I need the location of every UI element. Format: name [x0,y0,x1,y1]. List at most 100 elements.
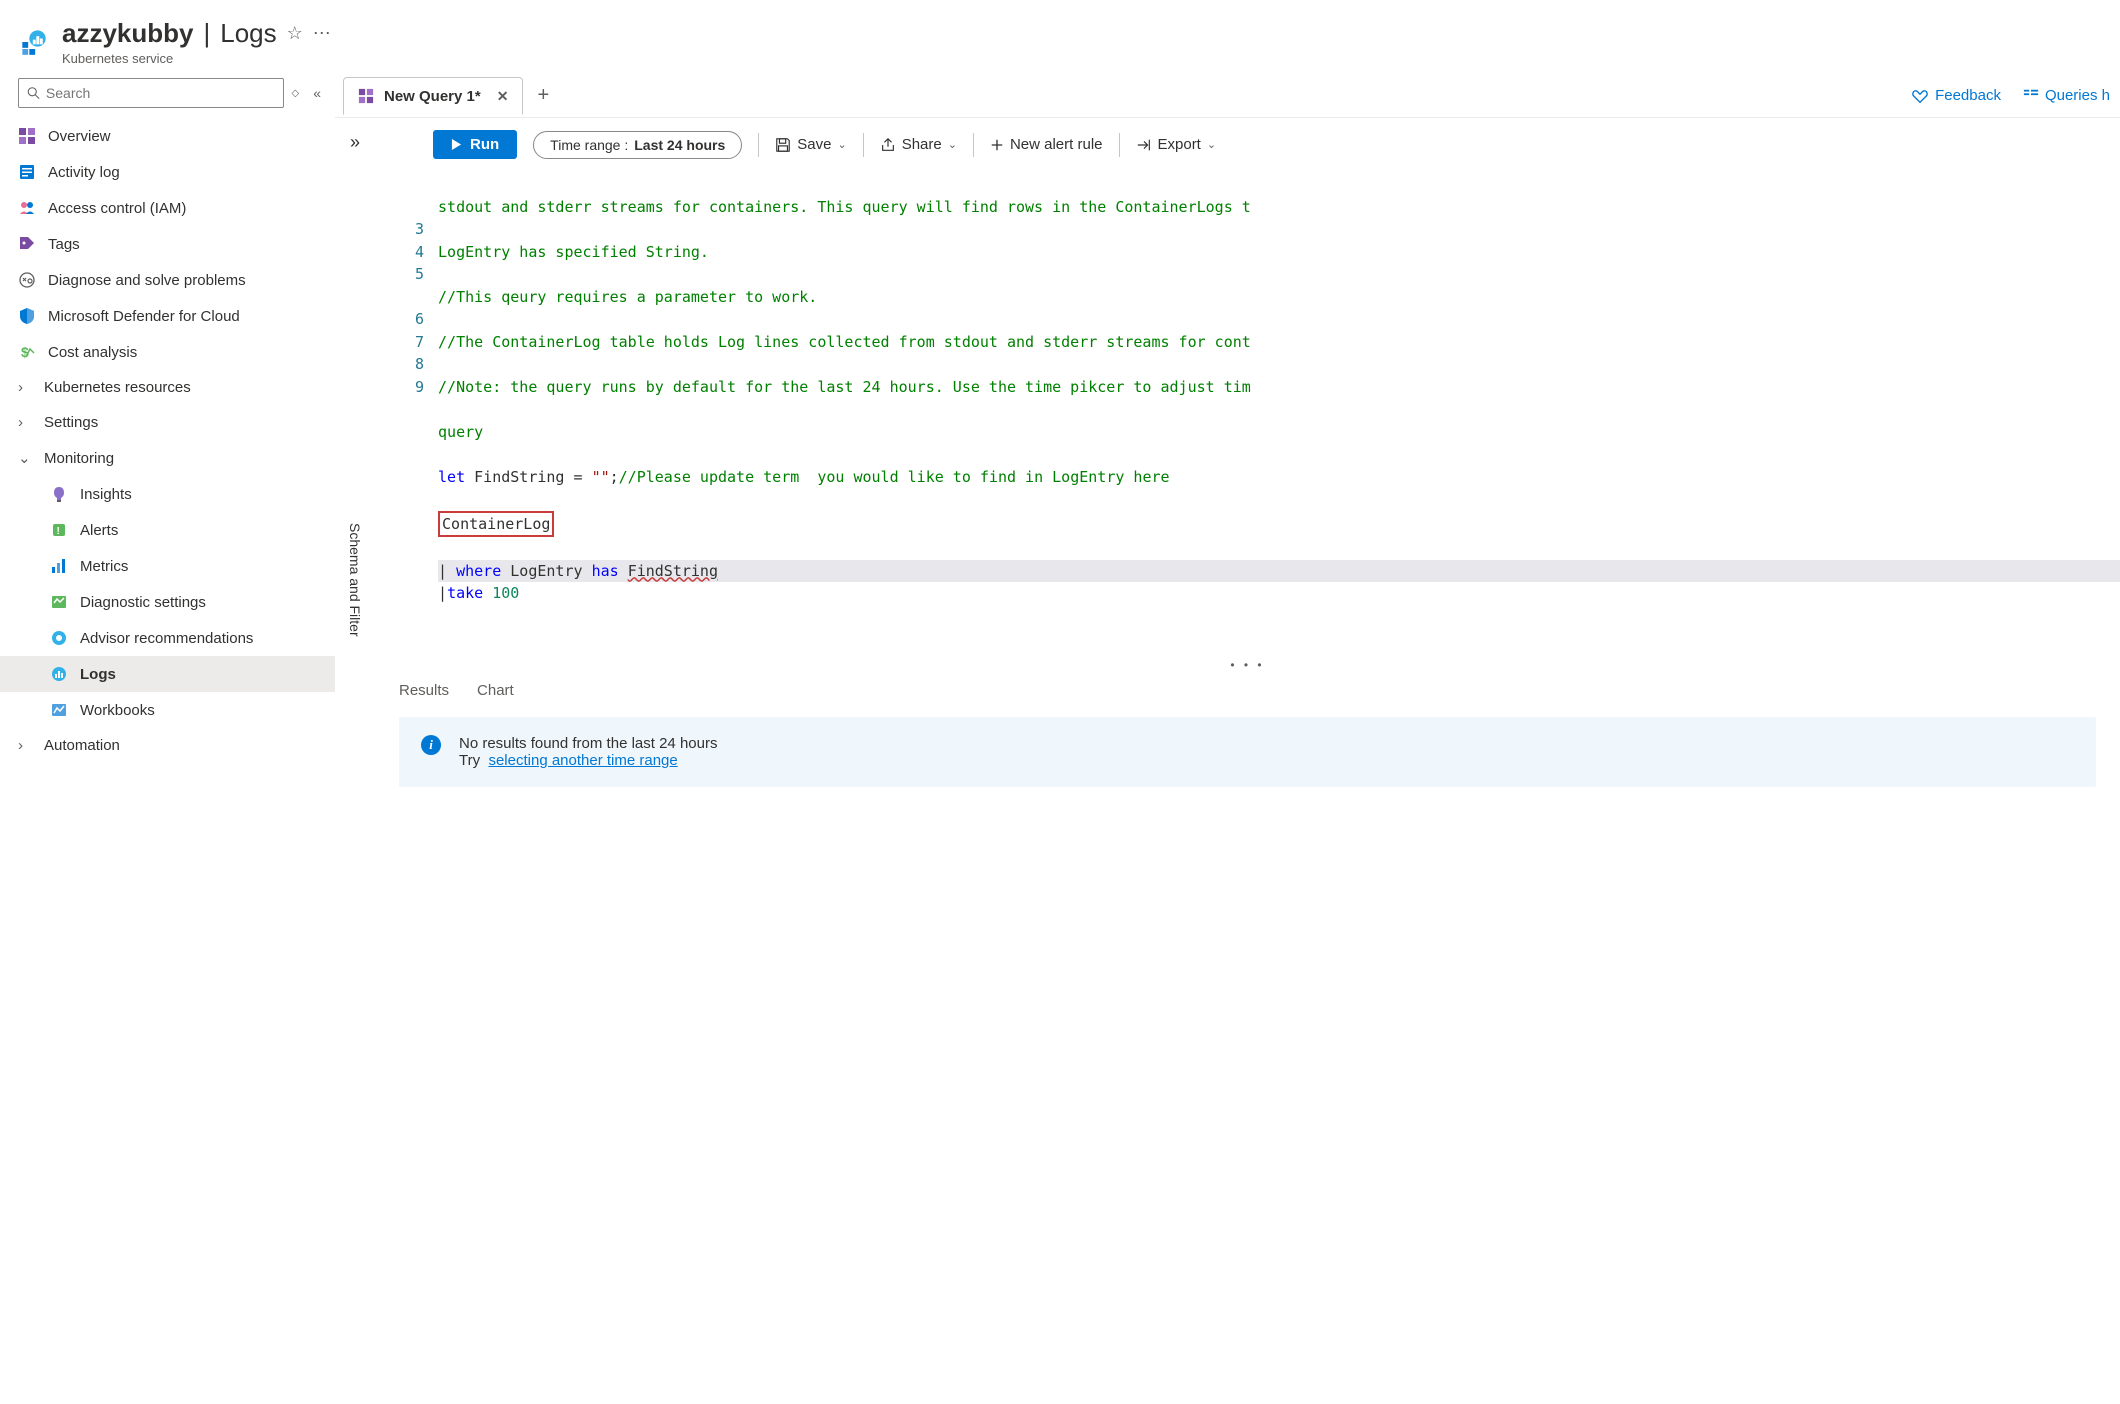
search-input[interactable] [46,85,275,101]
new-alert-button[interactable]: New alert rule [990,136,1103,153]
diagnostic-settings-icon [50,593,68,611]
chevron-right-icon: › [18,737,32,754]
chevron-down-icon: ⌄ [948,138,957,151]
sidebar-item-diagnostic-settings[interactable]: Diagnostic settings [0,584,335,620]
sidebar-item-settings[interactable]: › Settings [0,405,335,440]
share-button[interactable]: Share ⌄ [880,136,957,153]
gutter: 3 4 5 6 7 8 9 [375,173,438,650]
time-range-link[interactable]: selecting another time range [488,752,677,769]
sidebar-item-workbooks[interactable]: Workbooks [0,692,335,728]
sidebar-item-advisor[interactable]: Advisor recommendations [0,620,335,656]
sidebar-item-defender[interactable]: Microsoft Defender for Cloud [0,298,335,334]
export-icon [1136,137,1152,153]
sidebar-item-label: Metrics [80,558,128,575]
chevron-down-icon: ⌄ [18,449,32,467]
feedback-button[interactable]: Feedback [1911,87,2001,105]
highlighted-token: ContainerLog [438,511,554,538]
no-results-text: No results found from the last 24 hours [459,735,717,752]
expand-panel-icon[interactable]: » [350,132,360,153]
close-tab-icon[interactable]: ✕ [497,88,509,105]
page-title: azzykubby | Logs ☆ ⋯ [62,18,331,49]
sidebar-item-monitoring[interactable]: ⌄ Monitoring [0,440,335,476]
sidebar-item-insights[interactable]: Insights [0,476,335,512]
sidebar-item-diagnose[interactable]: Diagnose and solve problems [0,262,335,298]
search-box[interactable] [18,78,284,108]
tab-label: New Query 1* [384,88,481,105]
sidebar-item-activity-log[interactable]: Activity log [0,154,335,190]
metrics-icon [50,557,68,575]
tags-icon [18,235,36,253]
resource-icon [20,28,48,56]
heart-icon [1911,87,1929,105]
share-icon [880,137,896,153]
plus-icon [990,138,1004,152]
sidebar-item-label: Kubernetes resources [44,379,191,396]
overview-icon [18,127,36,145]
query-tab[interactable]: New Query 1* ✕ [343,77,523,115]
sidebar-item-overview[interactable]: Overview [0,118,335,154]
collapse-sidebar-icon[interactable]: « [313,85,321,101]
sidebar-item-label: Microsoft Defender for Cloud [48,308,240,325]
sidebar-item-label: Automation [44,737,120,754]
sidebar-item-label: Overview [48,128,111,145]
insights-icon [50,485,68,503]
sidebar-item-cost[interactable]: $ Cost analysis [0,334,335,370]
results-tab[interactable]: Results [399,682,449,699]
chevron-down-icon: ⌄ [837,138,846,151]
diagnose-icon [18,271,36,289]
run-button[interactable]: Run [433,130,517,159]
save-icon [775,137,791,153]
divider [1119,133,1120,157]
updown-icon[interactable]: ◇ [292,88,300,99]
chevron-down-icon: ⌄ [1207,138,1216,151]
sidebar-item-automation[interactable]: › Automation [0,728,335,763]
info-icon: i [421,735,441,755]
divider [758,133,759,157]
chevron-right-icon: › [18,379,32,396]
chart-tab[interactable]: Chart [477,682,514,699]
sidebar-item-access-control[interactable]: Access control (IAM) [0,190,335,226]
cost-icon: $ [18,343,36,361]
advisor-icon [50,629,68,647]
more-icon[interactable]: ⋯ [313,23,331,44]
search-icon [27,86,40,100]
sidebar-item-label: Monitoring [44,450,114,467]
sidebar-item-tags[interactable]: Tags [0,226,335,262]
sidebar-item-label: Access control (IAM) [48,200,186,217]
query-editor[interactable]: 3 4 5 6 7 8 9 stdout and stderr streams … [375,169,2120,654]
sidebar: ◇ « Overview Activity log Access control… [0,74,335,1404]
sidebar-item-alerts[interactable]: ! Alerts [0,512,335,548]
access-control-icon [18,199,36,217]
sidebar-item-label: Cost analysis [48,344,137,361]
sidebar-item-label: Settings [44,414,98,431]
sidebar-item-kubernetes-resources[interactable]: › Kubernetes resources [0,370,335,405]
add-tab-icon[interactable]: + [537,84,549,107]
sidebar-item-label: Logs [80,666,116,683]
export-button[interactable]: Export ⌄ [1136,136,1217,153]
sidebar-item-label: Diagnose and solve problems [48,272,246,289]
splitter[interactable]: • • • [375,654,2120,676]
save-button[interactable]: Save ⌄ [775,136,846,153]
schema-filter-label[interactable]: Schema and Filter [347,523,363,637]
query-tab-icon [358,88,374,104]
favorite-icon[interactable]: ☆ [287,23,303,44]
resource-type-label: Kubernetes service [62,51,331,66]
sidebar-item-logs[interactable]: Logs [0,656,335,692]
divider [863,133,864,157]
shield-icon [18,307,36,325]
sidebar-item-label: Workbooks [80,702,155,719]
code-area[interactable]: stdout and stderr streams for containers… [438,173,2120,650]
chevron-right-icon: › [18,414,32,431]
sidebar-item-label: Insights [80,486,132,503]
divider [973,133,974,157]
svg-text:!: ! [57,526,60,537]
sidebar-item-label: Activity log [48,164,120,181]
logs-icon [50,665,68,683]
time-range-picker[interactable]: Time range : Last 24 hours [533,131,742,159]
play-icon [451,138,462,151]
sidebar-item-label: Alerts [80,522,118,539]
queries-button[interactable]: Queries h [2023,87,2110,104]
sidebar-item-metrics[interactable]: Metrics [0,548,335,584]
activity-log-icon [18,163,36,181]
sidebar-item-label: Tags [48,236,80,253]
